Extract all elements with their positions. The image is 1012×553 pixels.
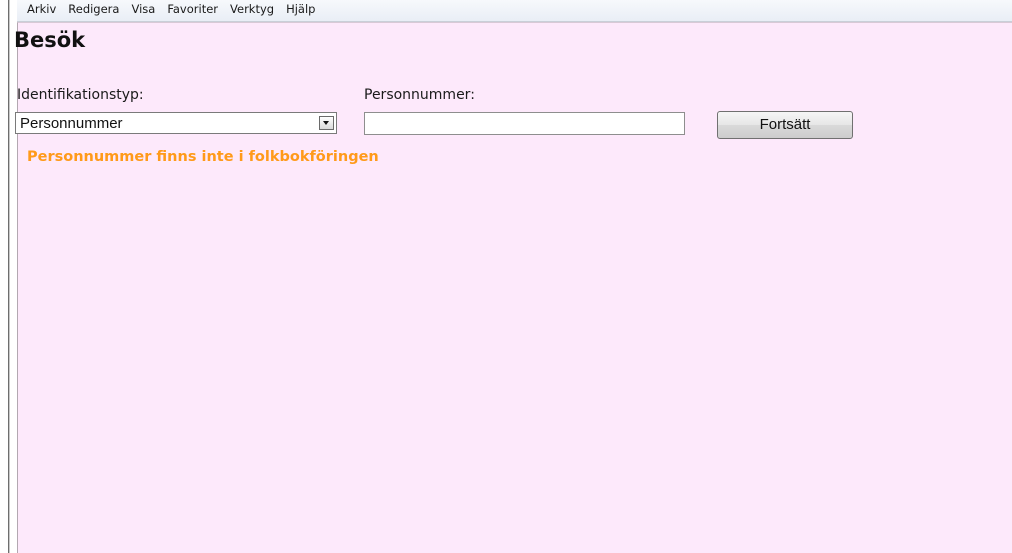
menu-item-redigera[interactable]: Redigera <box>62 1 125 17</box>
id-type-select[interactable]: Personnummer <box>15 112 337 134</box>
menu-item-favoriter[interactable]: Favoriter <box>161 1 224 17</box>
menu-bar: Arkiv Redigera Visa Favoriter Verktyg Hj… <box>17 0 1012 22</box>
personnummer-input[interactable] <box>364 112 685 135</box>
window-left-border <box>0 0 17 553</box>
menu-item-hjalp[interactable]: Hjälp <box>280 1 321 17</box>
menu-item-visa[interactable]: Visa <box>125 1 161 17</box>
dropdown-arrow-button[interactable] <box>319 116 334 130</box>
menu-item-arkiv[interactable]: Arkiv <box>27 1 62 17</box>
chevron-down-icon <box>323 121 329 125</box>
menu-item-verktyg[interactable]: Verktyg <box>224 1 280 17</box>
id-type-selected-value: Personnummer <box>20 115 123 132</box>
id-type-label: Identifikationstyp: <box>17 87 144 103</box>
page-title: Besök <box>14 28 86 52</box>
border-line-light <box>9 0 10 553</box>
browser-window: Arkiv Redigera Visa Favoriter Verktyg Hj… <box>0 0 1012 553</box>
personnummer-label: Personnummer: <box>364 87 475 103</box>
page-content <box>17 22 1012 553</box>
error-message: Personnummer finns inte i folkbokföringe… <box>27 149 379 165</box>
continue-button[interactable]: Fortsätt <box>717 111 853 139</box>
